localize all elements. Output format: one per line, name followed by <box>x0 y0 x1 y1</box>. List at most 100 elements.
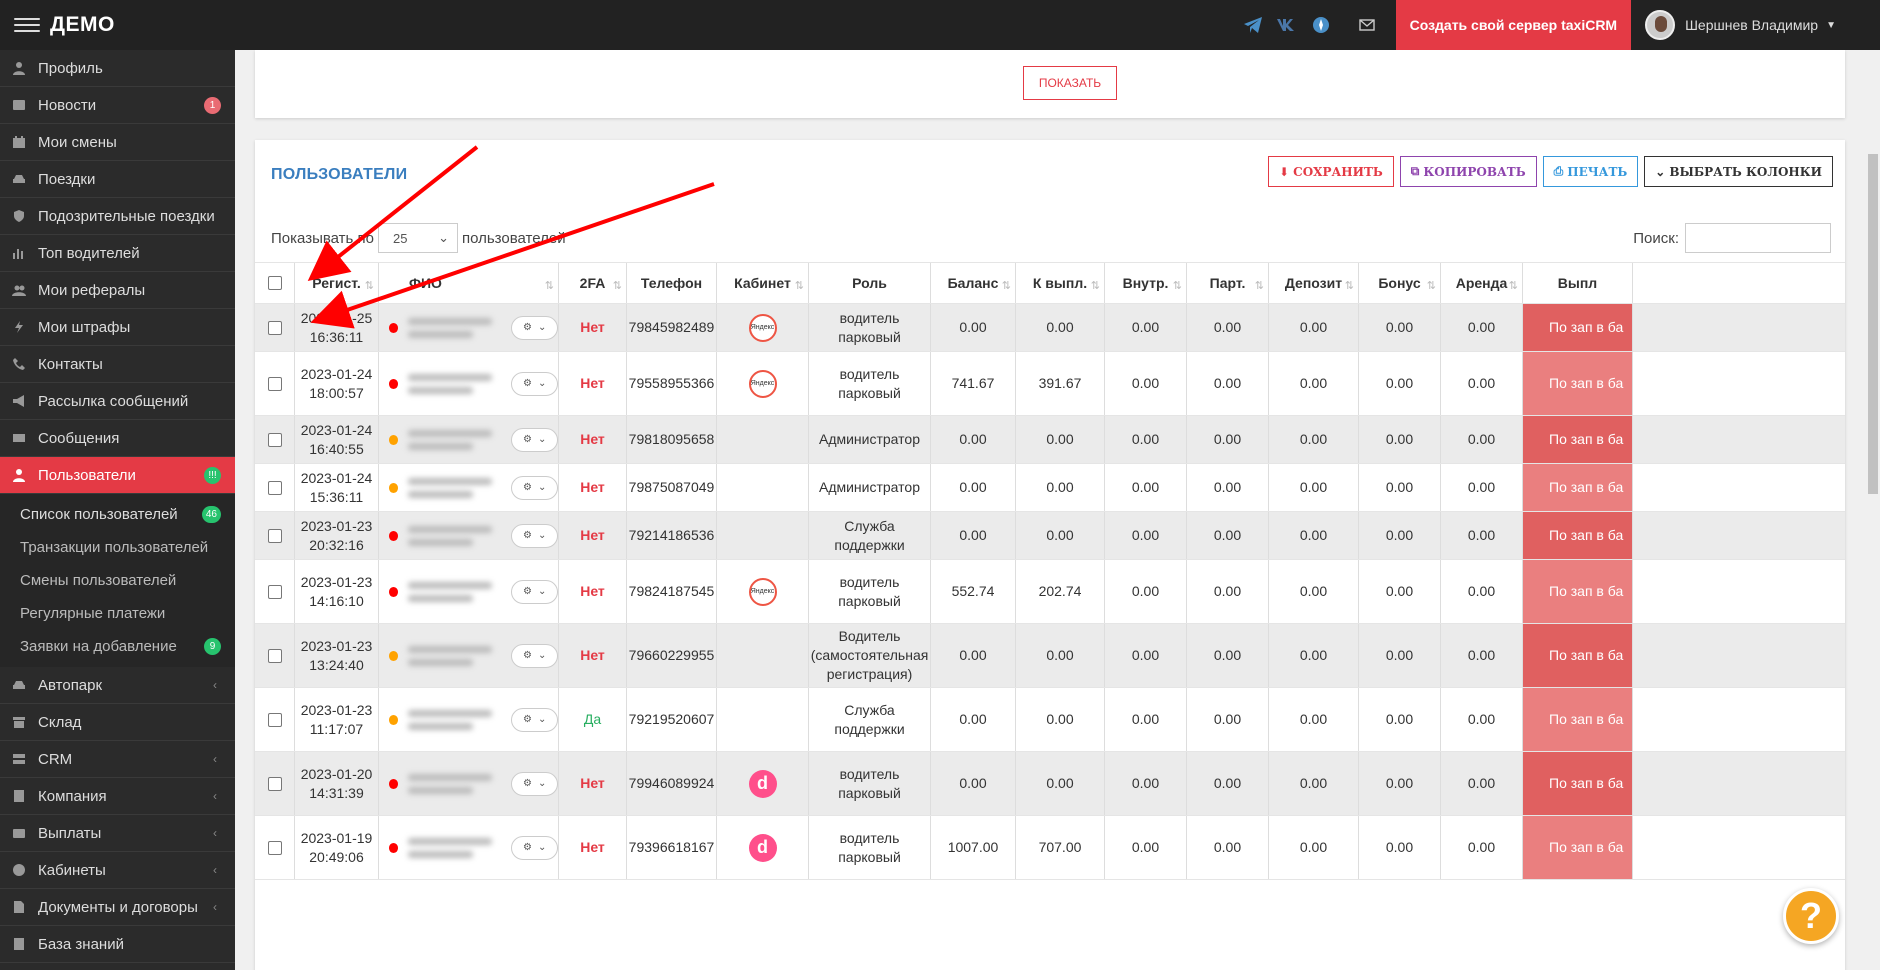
name-redacted <box>408 570 501 614</box>
sidebar-item-склад[interactable]: Склад <box>0 704 235 741</box>
show-button[interactable]: ПОКАЗАТЬ <box>1023 66 1117 100</box>
actions-dropdown-button[interactable]: ⚙ ⌄ <box>511 643 558 668</box>
two-fa-status: Да <box>583 711 602 727</box>
sidebar-item-кабинеты[interactable]: Кабинеты ‹ <box>0 852 235 889</box>
column-header[interactable]: Депозит ⇅ <box>1269 263 1359 303</box>
table-row[interactable]: 2023-01-23 11:17:07 ⚙ ⌄ Да 79219520607 Служба … <box>255 688 1845 752</box>
row-checkbox[interactable] <box>267 584 282 599</box>
table-row[interactable]: 2023-01-23 20:32:16 ⚙ ⌄ Нет 79214186536 Служба… <box>255 512 1845 560</box>
table-row[interactable]: 2023-01-24 16:40:55 ⚙ ⌄ Нет 79818095658 Админи… <box>255 416 1845 464</box>
row-checkbox[interactable] <box>267 432 282 447</box>
table-row[interactable]: 2023-01-25 16:36:11 ⚙ ⌄ Нет 79845982489 Яндекс… <box>255 304 1845 352</box>
save-button[interactable]: ⬇ СОХРАНИТЬ <box>1268 156 1394 187</box>
submenu-item[interactable]: Регулярные платежи <box>0 597 235 630</box>
submenu-item[interactable]: Смены пользователей <box>0 564 235 597</box>
select-columns-button[interactable]: ⌄ ВЫБРАТЬ КОЛОНКИ <box>1644 156 1833 187</box>
table-row[interactable]: 2023-01-23 13:24:40 ⚙ ⌄ Нет 79660229955 Водите… <box>255 624 1845 688</box>
column-header[interactable]: Кабинет ⇅ <box>717 263 809 303</box>
actions-dropdown-button[interactable]: ⚙ ⌄ <box>511 475 558 500</box>
sort-icon: ⇅ <box>1344 280 1354 292</box>
user-menu[interactable]: Шершнев Владимир ▼ <box>1631 10 1880 40</box>
table-row[interactable]: 2023-01-23 14:16:10 ⚙ ⌄ Нет 79824187545 Яндекс… <box>255 560 1845 624</box>
sidebar-item-новости[interactable]: Новости 1 <box>0 87 235 124</box>
sidebar-item-crm[interactable]: CRM ‹ <box>0 741 235 778</box>
actions-dropdown-button[interactable]: ⚙ ⌄ <box>511 427 558 452</box>
compass-icon[interactable] <box>1310 14 1332 36</box>
sidebar-item-документы-и-договоры[interactable]: Документы и договоры ‹ <box>0 889 235 926</box>
row-checkbox[interactable] <box>267 840 282 855</box>
copy-button[interactable]: ⧉ КОПИРОВАТЬ <box>1399 156 1537 187</box>
sidebar-item-мои-рефералы[interactable]: Мои рефералы <box>0 272 235 309</box>
search-input[interactable] <box>1685 223 1831 253</box>
column-header[interactable]: Роль <box>809 263 931 303</box>
actions-dropdown-button[interactable]: ⚙ ⌄ <box>511 315 558 340</box>
users-table: Регист. ⇅ ФИО ⇅ 2FA ⇅ Телефон Кабинет ⇅ Роль Балан… <box>255 262 1845 880</box>
table-row[interactable]: 2023-01-20 14:31:39 ⚙ ⌄ Нет 79946089924 d водит… <box>255 752 1845 816</box>
row-checkbox[interactable] <box>267 648 282 663</box>
scrollbar[interactable] <box>1864 50 1880 970</box>
actions-dropdown-button[interactable]: ⚙ ⌄ <box>511 771 558 796</box>
column-header[interactable]: К выпл. ⇅ <box>1016 263 1105 303</box>
row-checkbox[interactable] <box>267 712 282 727</box>
row-checkbox[interactable] <box>267 320 282 335</box>
column-header[interactable]: Бонус ⇅ <box>1359 263 1441 303</box>
d-cabinet-icon: d <box>748 769 777 798</box>
sidebar-item-база-знаний[interactable]: База знаний <box>0 926 235 963</box>
chevron-left-icon: ‹ <box>213 752 217 766</box>
sidebar-item-поездки[interactable]: Поездки <box>0 161 235 198</box>
sidebar-item-автопарк[interactable]: Автопарк ‹ <box>0 667 235 704</box>
question-icon[interactable]: ? <box>1783 888 1839 944</box>
select-all-checkbox[interactable] <box>267 276 282 290</box>
table-row[interactable]: 2023-01-24 15:36:11 ⚙ ⌄ Нет 79875087049 Админи… <box>255 464 1845 512</box>
row-checkbox[interactable] <box>267 376 282 391</box>
actions-dropdown-button[interactable]: ⚙ ⌄ <box>511 523 558 548</box>
scrollbar-thumb[interactable] <box>1868 154 1878 494</box>
sidebar-item-компания[interactable]: Компания ‹ <box>0 778 235 815</box>
sort-icon: ⇅ <box>612 280 622 292</box>
sidebar-item-контакты[interactable]: Контакты <box>0 346 235 383</box>
actions-dropdown-button[interactable]: ⚙ ⌄ <box>511 371 558 396</box>
vk-icon[interactable] <box>1276 14 1298 36</box>
sidebar-item-мои-смены[interactable]: Мои смены <box>0 124 235 161</box>
column-header[interactable]: Телефон <box>627 263 717 303</box>
submenu-item-label: Смены пользователей <box>20 572 177 589</box>
sidebar-item-подозрительные-поездки[interactable]: Подозрительные поездки <box>0 198 235 235</box>
submenu-item[interactable]: Заявки на добавление 9 <box>0 630 235 663</box>
brand-logo[interactable]: ДЕМО <box>50 13 115 37</box>
rent-value: 0.00 <box>1467 775 1496 791</box>
sidebar-item-пользователи[interactable]: Пользователи!!! <box>0 457 235 494</box>
sidebar-item-профиль[interactable]: Профиль <box>0 50 235 87</box>
column-header[interactable]: Баланс ⇅ <box>931 263 1016 303</box>
print-button[interactable]: ⎙ ПЕЧАТЬ <box>1542 156 1639 187</box>
column-header[interactable]: Внутр. ⇅ <box>1105 263 1187 303</box>
row-checkbox[interactable] <box>267 776 282 791</box>
payout-value: 0.00 <box>1046 319 1074 335</box>
column-header[interactable]: Аренда ⇅ <box>1441 263 1523 303</box>
submenu-item[interactable]: Транзакции пользователей <box>0 531 235 564</box>
sidebar-item-сообщения[interactable]: Сообщения <box>0 420 235 457</box>
sidebar-item-рассылка-сообщений[interactable]: Рассылка сообщений <box>0 383 235 420</box>
column-header[interactable]: Регист. ⇅ <box>295 263 379 303</box>
create-server-button[interactable]: Создать свой сервер taxiCRM <box>1395 0 1632 50</box>
row-checkbox[interactable] <box>267 480 282 495</box>
telegram-icon[interactable] <box>1242 14 1264 36</box>
table-row[interactable]: 2023-01-24 18:00:57 ⚙ ⌄ Нет 79558955366 Яндекс… <box>255 352 1845 416</box>
page-length-select[interactable]: 25 ⌄ <box>377 223 458 253</box>
submenu-item[interactable]: Список пользователей 46 <box>0 498 235 531</box>
sidebar-item-мои-штрафы[interactable]: Мои штрафы <box>0 309 235 346</box>
column-header[interactable]: ФИО ⇅ <box>379 263 559 303</box>
actions-dropdown-button[interactable]: ⚙ ⌄ <box>511 579 558 604</box>
user-role: водитель парковый <box>838 309 901 345</box>
column-header[interactable]: 2FA ⇅ <box>559 263 627 303</box>
column-header[interactable]: Выпл <box>1523 263 1633 303</box>
sort-icon: ⇅ <box>1090 280 1100 292</box>
table-row[interactable]: 2023-01-19 20:49:06 ⚙ ⌄ Нет 79396618167 d водит… <box>255 816 1845 880</box>
actions-dropdown-button[interactable]: ⚙ ⌄ <box>511 835 558 860</box>
envelope-icon[interactable] <box>1356 14 1378 36</box>
column-header[interactable]: Парт. ⇅ <box>1187 263 1269 303</box>
menu-toggle-icon[interactable] <box>14 18 40 32</box>
row-checkbox[interactable] <box>267 528 282 543</box>
sidebar-item-топ-водителей[interactable]: Топ водителей <box>0 235 235 272</box>
actions-dropdown-button[interactable]: ⚙ ⌄ <box>511 707 558 732</box>
sidebar-item-выплаты[interactable]: Выплаты ‹ <box>0 815 235 852</box>
